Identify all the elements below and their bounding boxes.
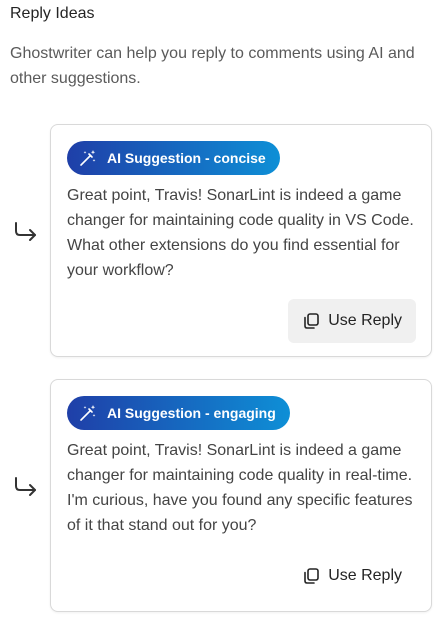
reply-arrow-icon — [15, 222, 36, 241]
use-reply-button[interactable]: Use Reply — [288, 299, 416, 343]
reply-arrow-icon — [15, 477, 36, 496]
suggestion-text: Great point, Travis! SonarLint is indeed… — [67, 442, 413, 534]
ai-suggestion-badge: AI Suggestion - concise — [67, 141, 280, 175]
use-reply-button[interactable]: Use Reply — [288, 554, 416, 598]
panel-title: Reply Ideas — [10, 5, 95, 22]
ai-suggestion-badge: AI Suggestion - engaging — [67, 396, 290, 430]
use-reply-label: Use Reply — [328, 567, 402, 584]
suggestion-card-concise: AI Suggestion - concise Great point, Tra… — [50, 124, 432, 357]
reply-ideas-panel: Reply Ideas Ghostwriter can help you rep… — [0, 0, 445, 619]
magic-wand-icon — [80, 405, 96, 421]
suggestion-text: Great point, Travis! SonarLint is indeed… — [67, 187, 414, 279]
panel-description: Ghostwriter can help you reply to commen… — [10, 45, 415, 87]
badge-label: AI Suggestion - engaging — [107, 405, 276, 421]
magic-wand-icon — [80, 150, 96, 166]
copy-icon — [304, 568, 319, 584]
use-reply-label: Use Reply — [328, 312, 402, 329]
copy-icon — [304, 313, 319, 329]
suggestion-card-engaging: AI Suggestion - engaging Great point, Tr… — [50, 379, 432, 612]
badge-label: AI Suggestion - concise — [107, 150, 266, 166]
